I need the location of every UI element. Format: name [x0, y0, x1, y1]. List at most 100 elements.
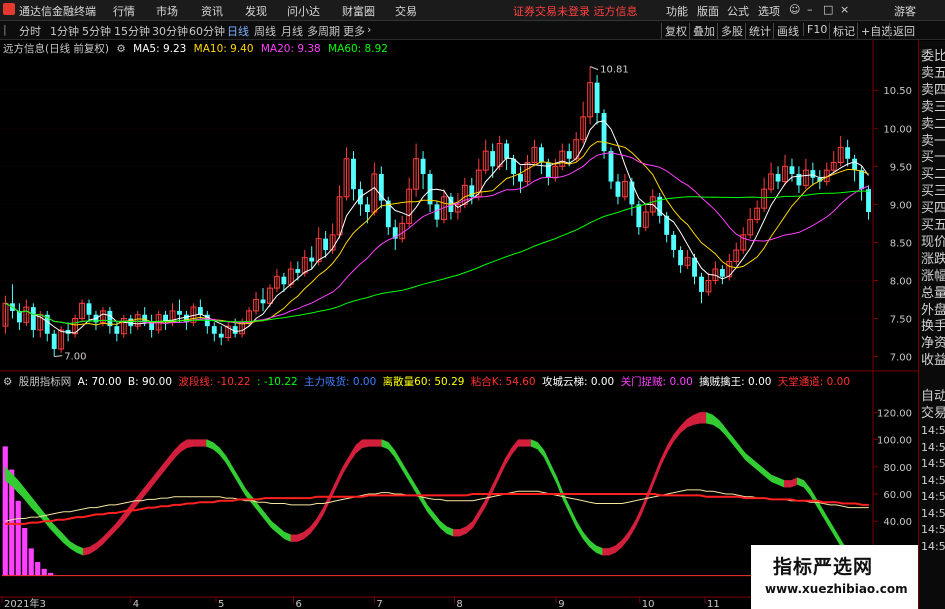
watermark-url: www.xuezhibiao.com: [765, 582, 908, 596]
ma20-line: [5, 152, 869, 325]
band-segment: [264, 512, 272, 529]
candle-body: [86, 303, 92, 315]
candle-body: [281, 276, 287, 285]
band-segment: [777, 477, 785, 488]
band-segment: [368, 439, 376, 447]
band-segment: [433, 512, 441, 529]
auto-trade-label[interactable]: 交易: [921, 402, 945, 421]
candle-body: [789, 166, 795, 174]
band-segment: [634, 507, 642, 529]
band-segment: [686, 414, 694, 428]
band-segment: [459, 526, 467, 537]
band-segment: [465, 520, 473, 534]
chart-canvas[interactable]: 7.00 7.50 8.00 8.50 9.00 9.50 10.00 10.50 10.81 7…: [0, 0, 918, 609]
candle-body: [218, 333, 224, 338]
band-segment: [329, 480, 337, 501]
candle-body: [420, 158, 426, 174]
band-segment: [258, 504, 266, 521]
volume-bar: [15, 500, 21, 576]
candle-body: [434, 204, 440, 220]
tick-time-label[interactable]: 14:56: [921, 540, 945, 553]
candle-body: [845, 147, 851, 159]
x-month-label: 5: [218, 599, 224, 609]
band-segment: [82, 546, 90, 556]
tick-time-label[interactable]: 14:56: [921, 507, 945, 520]
band-segment: [56, 527, 64, 544]
x-month-label: 2021年3: [4, 597, 46, 609]
x-month-label: 10: [642, 599, 655, 609]
band-segment: [394, 449, 402, 470]
band-segment: [771, 474, 779, 485]
band-segment: [797, 477, 805, 488]
band-segment: [803, 479, 811, 497]
candle-body: [636, 204, 642, 228]
band-segment: [277, 526, 285, 540]
volume-bar: [2, 446, 8, 576]
tick-time-label[interactable]: 14:56: [921, 441, 945, 454]
candle-body: [719, 269, 725, 277]
x-month-label: 9: [558, 599, 564, 609]
band-segment: [725, 428, 733, 445]
band-segment: [569, 507, 577, 529]
band-segment: [582, 531, 590, 548]
candle-body: [128, 318, 134, 327]
candle-body: [852, 158, 858, 171]
candle-body: [538, 147, 544, 163]
y-tick-label: 80.00: [883, 463, 912, 474]
candle-body: [260, 299, 266, 304]
candle-body: [351, 158, 356, 190]
band-segment: [336, 466, 344, 488]
band-segment: [414, 482, 422, 502]
band-segment: [628, 520, 636, 540]
band-segment: [751, 458, 759, 472]
candle-body: [30, 307, 36, 330]
band-segment: [160, 457, 168, 476]
band-segment: [199, 439, 207, 447]
band-segment: [543, 450, 551, 471]
band-segment: [69, 541, 77, 553]
watermark-title: 指标严选网: [773, 556, 874, 578]
band-segment: [478, 498, 486, 519]
band-segment: [375, 439, 383, 447]
volume-bar: [41, 568, 47, 576]
band-segment: [186, 439, 194, 449]
band-segment: [667, 433, 675, 453]
candle-body: [518, 173, 523, 182]
candle-body: [323, 238, 329, 251]
band-segment: [595, 545, 603, 556]
band-segment: [95, 536, 103, 551]
band-segment: [407, 471, 415, 491]
band-segment: [693, 412, 701, 425]
y-tick-label: 9.00: [890, 200, 912, 211]
band-segment: [349, 444, 357, 464]
band-segment: [719, 419, 727, 437]
band-segment: [732, 436, 740, 453]
y-tick-label: 7.50: [890, 315, 912, 326]
tick-time-label[interactable]: 14:56: [921, 474, 945, 487]
y-tick-label: 7.00: [890, 353, 912, 364]
band-segment: [576, 520, 584, 540]
band-segment: [621, 531, 629, 548]
band-segment: [206, 439, 214, 450]
tick-time-label[interactable]: 14:56: [921, 457, 945, 470]
band-segment: [472, 509, 480, 529]
tick-time-label[interactable]: 14:56: [921, 490, 945, 503]
band-segment: [50, 520, 58, 537]
tick-time-label[interactable]: 14:56: [921, 523, 945, 536]
x-month-label: 4: [133, 599, 139, 609]
y-tick-label: 9.50: [890, 162, 912, 173]
quote-field-label[interactable]: 收益: [921, 349, 945, 368]
x-month-label: 6: [295, 599, 301, 609]
y-tick-label: 10.50: [883, 86, 912, 97]
band-segment: [102, 530, 110, 545]
candle-body: [629, 181, 635, 205]
band-segment: [108, 523, 116, 539]
band-segment: [147, 474, 155, 492]
band-segment: [498, 458, 506, 480]
band-segment: [37, 504, 45, 522]
tick-time-label[interactable]: 14:56: [921, 424, 945, 437]
band-segment: [790, 477, 798, 488]
candle-body: [511, 158, 516, 174]
band-segment: [232, 465, 240, 486]
band-segment: [485, 485, 493, 507]
